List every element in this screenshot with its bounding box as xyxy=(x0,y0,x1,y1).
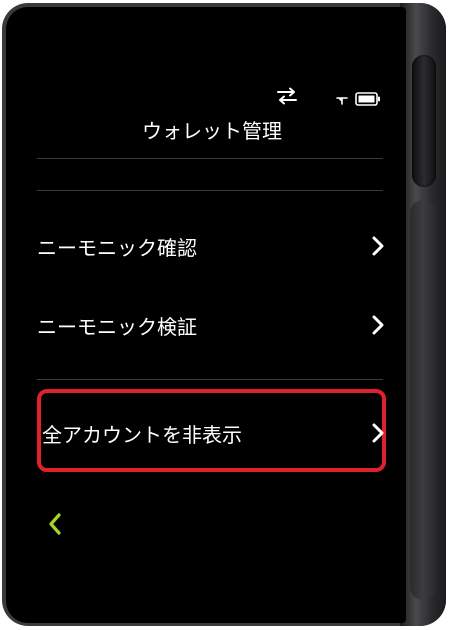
back-button[interactable] xyxy=(46,512,64,536)
chevron-right-icon xyxy=(372,423,384,443)
menu-item-label: 全アカウントを非表示 xyxy=(42,422,242,447)
chevron-left-icon xyxy=(49,513,61,535)
battery-icon xyxy=(355,92,380,106)
chevron-right-icon xyxy=(372,236,384,256)
menu-item-mnemonic-verify[interactable]: ニーモニック検証 xyxy=(37,295,389,355)
transfer-arrows-icon xyxy=(277,87,297,105)
device-side-button[interactable] xyxy=(412,55,436,187)
device-screen: ウォレット管理 ニーモニック確認 ニーモニック検証 全アカウントを非表示 xyxy=(6,7,406,623)
chevron-right-icon xyxy=(372,315,384,335)
section-divider-bottom xyxy=(37,379,383,380)
signal-icon xyxy=(336,97,348,105)
menu-item-label: ニーモニック確認 xyxy=(37,235,197,260)
menu-item-hide-all-accounts[interactable]: 全アカウントを非表示 xyxy=(42,403,389,463)
header-divider xyxy=(37,158,383,159)
menu-item-mnemonic-check[interactable]: ニーモニック確認 xyxy=(37,216,389,276)
page-title: ウォレット管理 xyxy=(142,119,282,143)
device-side-channel xyxy=(410,200,436,600)
menu-item-label: ニーモニック検証 xyxy=(37,314,197,339)
section-divider-top xyxy=(37,190,383,191)
